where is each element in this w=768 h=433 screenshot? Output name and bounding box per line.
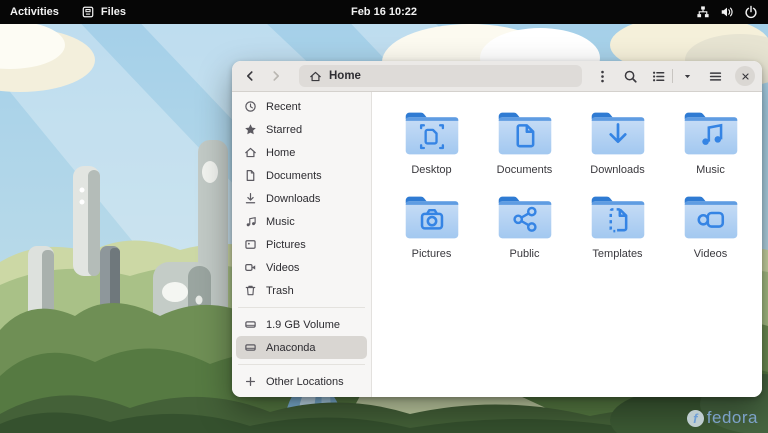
sidebar-item-anaconda[interactable]: Anaconda [236,336,367,359]
sidebar-item-volume[interactable]: 1.9 GB Volume [236,313,367,336]
document-icon [244,169,257,182]
sidebar-item-music[interactable]: Music [236,210,367,233]
folder-label: Pictures [412,248,452,260]
folder-label: Templates [592,248,642,260]
network-icon [696,5,710,19]
folder-documents[interactable]: Documents [478,109,571,193]
view-options-split-button [646,64,699,88]
power-icon [744,5,758,19]
file-grid-view: Desktop Documents Downloads Music Pictur… [372,92,762,397]
folder-public[interactable]: Public [478,193,571,277]
files-window: Home Recent Starred Home Documents Downl… [232,61,762,397]
folder-templates[interactable]: Templates [571,193,664,277]
templates-folder-icon [589,193,647,242]
activities-button[interactable]: Activities [10,6,59,18]
folder-music[interactable]: Music [664,109,757,193]
list-view-icon [651,69,666,84]
videos-folder-icon [682,193,740,242]
path-menu-button[interactable] [590,64,614,88]
search-icon [623,69,638,84]
home-icon [244,146,257,159]
search-button[interactable] [618,64,642,88]
trash-icon [244,284,257,297]
music-note-icon [244,215,257,228]
close-icon [741,72,750,81]
sidebar-item-home[interactable]: Home [236,141,367,164]
system-status-area[interactable] [696,5,768,19]
volume-icon [720,5,734,19]
drive-icon [244,341,257,354]
sidebar-item-recent[interactable]: Recent [236,95,367,118]
fedora-watermark-text: fedora [707,408,758,428]
clock-icon [244,100,257,113]
download-icon [244,192,257,205]
video-camera-icon [244,261,257,274]
downloads-folder-icon [589,109,647,158]
header-bar: Home [232,61,762,92]
star-icon [244,123,257,136]
sidebar-item-trash[interactable]: Trash [236,279,367,302]
folder-desktop[interactable]: Desktop [385,109,478,193]
divider [672,69,673,83]
documents-folder-icon [496,109,554,158]
folder-label: Public [510,248,540,260]
path-bar[interactable]: Home [299,65,582,87]
kebab-menu-icon [595,69,610,84]
sidebar-item-pictures[interactable]: Pictures [236,233,367,256]
hamburger-menu-icon [708,69,723,84]
sidebar-item-starred[interactable]: Starred [236,118,367,141]
music-folder-icon [682,109,740,158]
folder-label: Videos [694,248,727,260]
plus-icon [244,375,257,388]
folder-label: Music [696,164,725,176]
files-app-icon [81,5,95,19]
top-bar: Activities Files Feb 16 10:22 [0,0,768,24]
folder-pictures[interactable]: Pictures [385,193,478,277]
image-icon [244,238,257,251]
folder-videos[interactable]: Videos [664,193,757,277]
chevron-down-icon [682,71,693,82]
folder-label: Desktop [411,164,451,176]
folder-downloads[interactable]: Downloads [571,109,664,193]
divider [238,364,365,365]
folder-label: Documents [497,164,553,176]
close-window-button[interactable] [735,66,755,86]
sidebar-item-other-locations[interactable]: Other Locations [236,370,367,393]
sidebar-item-downloads[interactable]: Downloads [236,187,367,210]
view-options-dropdown[interactable] [675,64,699,88]
pictures-folder-icon [403,193,461,242]
drive-icon [244,318,257,331]
main-menu-button[interactable] [703,64,727,88]
public-folder-icon [496,193,554,242]
list-view-button[interactable] [646,64,670,88]
focused-app-menu[interactable]: Files [81,5,126,19]
fedora-watermark: f fedora [687,408,758,428]
sidebar-item-documents[interactable]: Documents [236,164,367,187]
fedora-logo-icon: f [687,410,704,427]
back-button[interactable] [239,65,261,87]
home-icon [309,70,322,83]
forward-button[interactable] [265,65,287,87]
desktop-folder-icon [403,109,461,158]
sidebar-item-videos[interactable]: Videos [236,256,367,279]
sidebar: Recent Starred Home Documents Downloads … [232,92,372,397]
divider [238,307,365,308]
folder-label: Downloads [590,164,644,176]
current-location-label: Home [329,70,361,82]
focused-app-name: Files [101,6,126,18]
